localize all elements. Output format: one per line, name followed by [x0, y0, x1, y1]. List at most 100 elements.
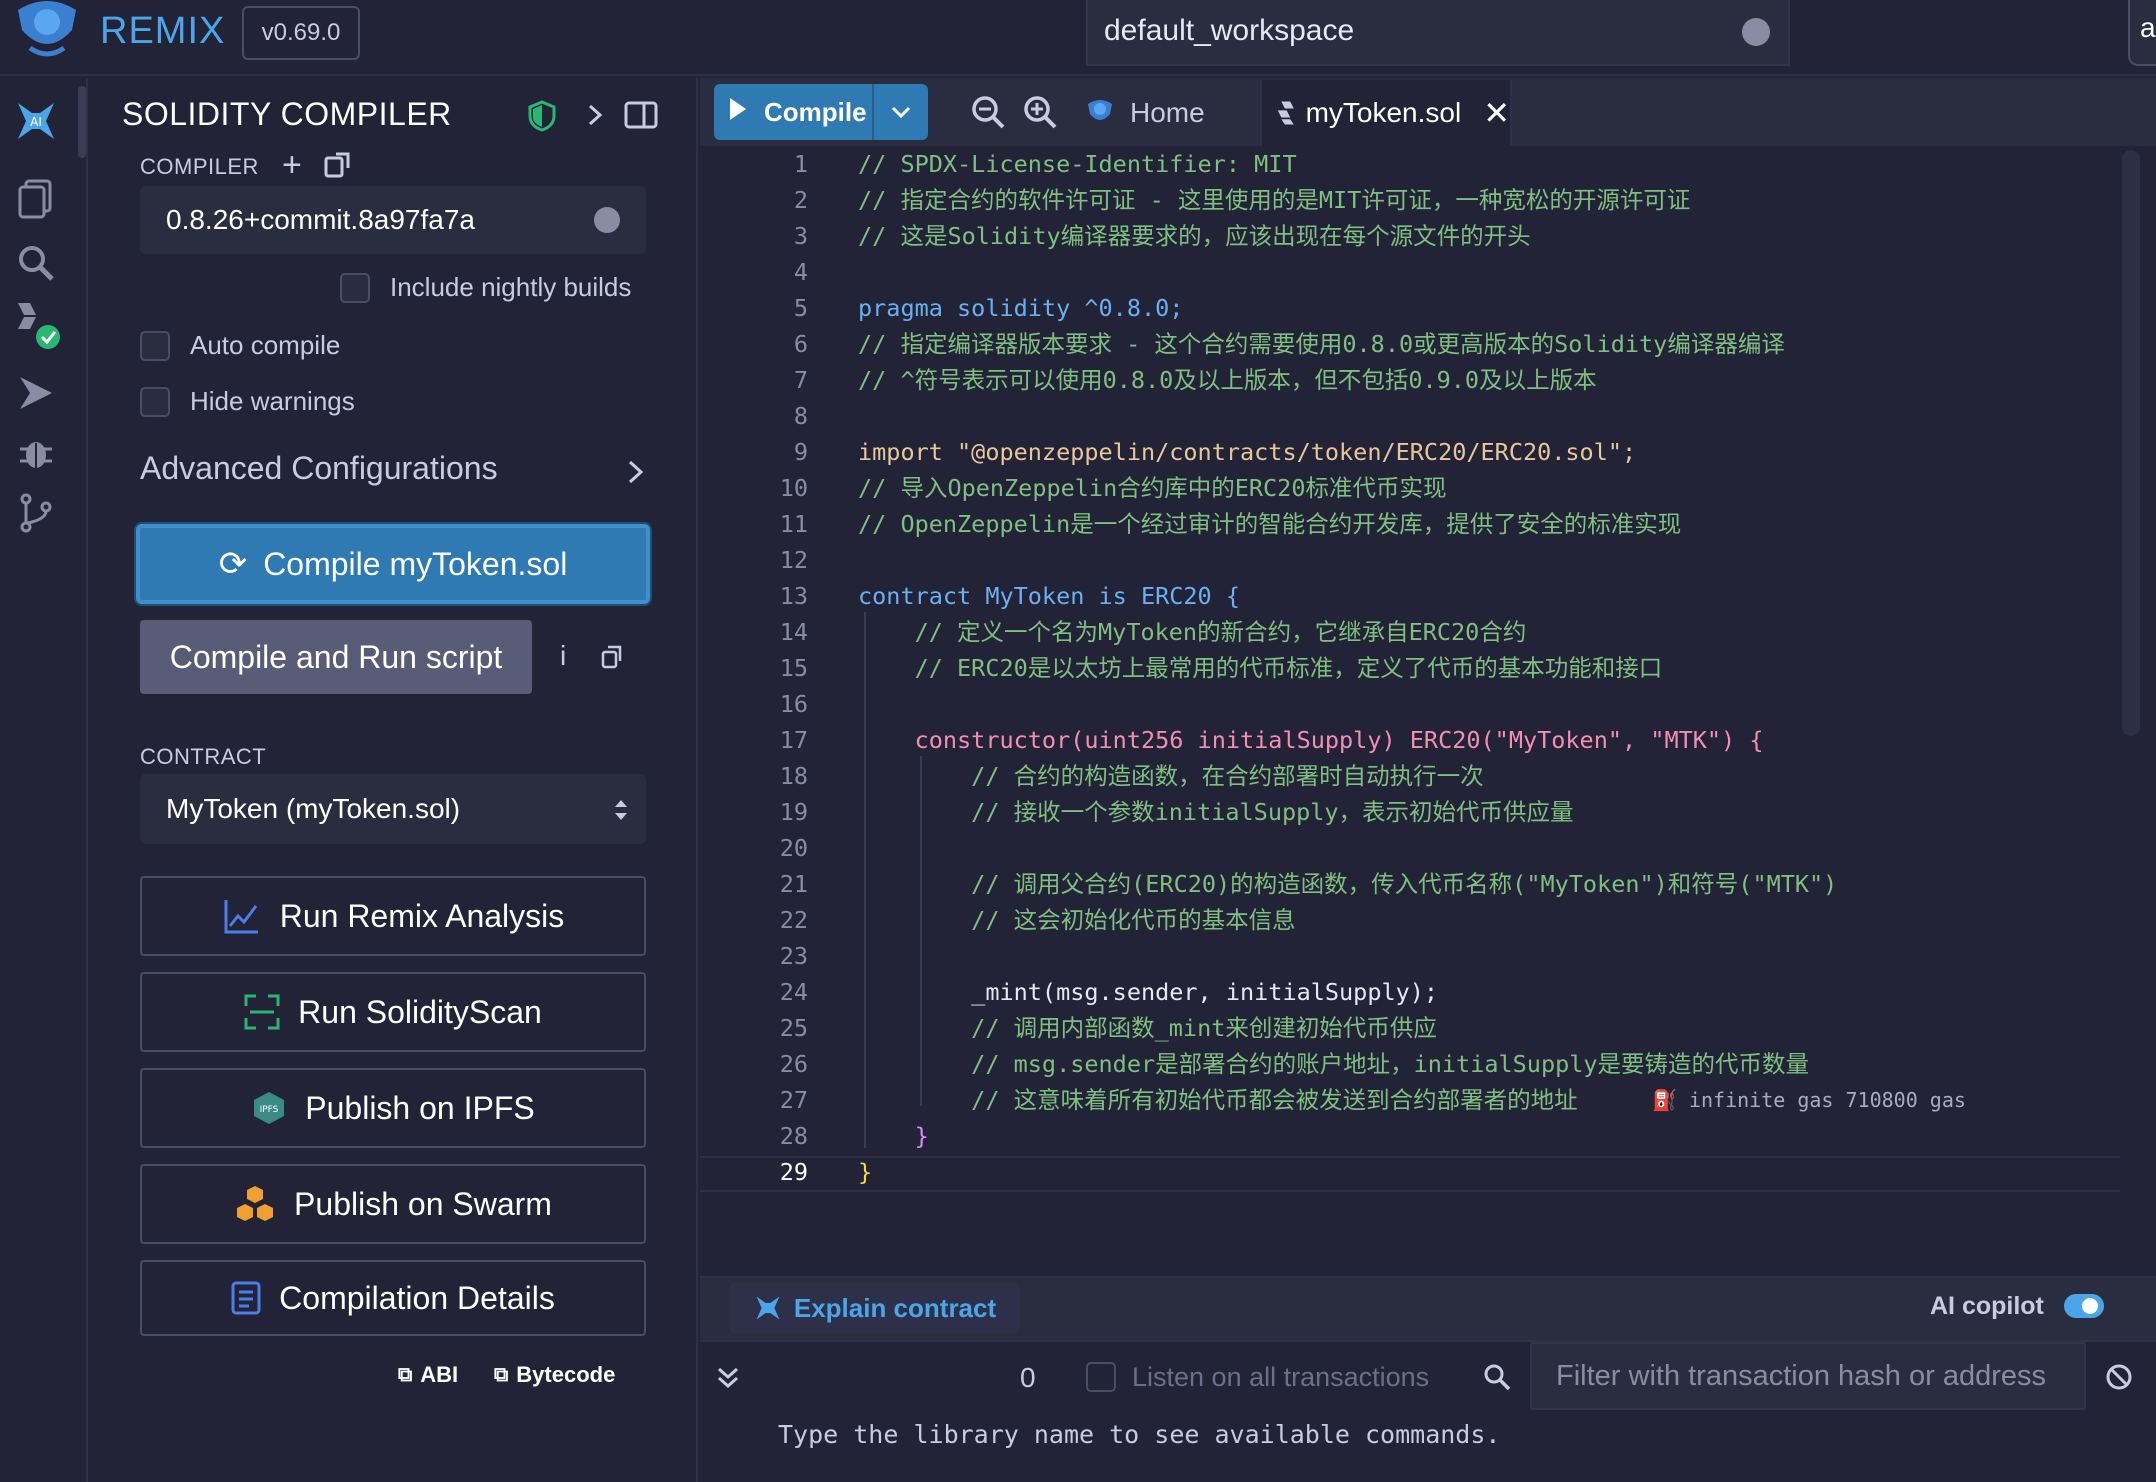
- run-solidityscan-button[interactable]: Run SolidityScan: [140, 972, 646, 1052]
- line-text: }: [858, 1158, 873, 1186]
- gas-estimate-hint: ⛽ infinite gas 710800 gas: [1652, 1088, 1966, 1112]
- shield-icon[interactable]: [528, 100, 556, 132]
- compile-file-button[interactable]: ⟳ Compile myToken.sol: [136, 524, 650, 604]
- zoom-in-icon[interactable]: [1022, 94, 1058, 130]
- copy-abi-icon: ⧉: [398, 1363, 413, 1386]
- listen-all-checkbox[interactable]: [1086, 1362, 1116, 1392]
- publish-ipfs-button[interactable]: IPFS Publish on IPFS: [140, 1068, 646, 1148]
- terminal-search-icon[interactable]: [1482, 1362, 1512, 1392]
- line-number: 14: [779, 618, 808, 646]
- git-branch-icon[interactable]: [0, 478, 72, 548]
- info-icon[interactable]: i: [560, 640, 566, 672]
- line-number: 6: [793, 330, 808, 358]
- line-number: 3: [793, 222, 808, 250]
- line-text: import "@openzeppelin/contracts/token/ER…: [858, 438, 1637, 466]
- line-number: 9: [793, 438, 808, 466]
- workspace-dropdown-icon[interactable]: [1742, 18, 1770, 46]
- workspace-select[interactable]: default_workspace: [1086, 0, 1790, 66]
- solidity-compiler-icon[interactable]: [0, 290, 72, 360]
- line-number: 22: [779, 906, 808, 934]
- editor-compile-button[interactable]: Compile: [714, 84, 928, 140]
- advanced-config-toggle[interactable]: Advanced Configurations: [140, 450, 498, 487]
- analysis-chart-icon: [224, 900, 258, 934]
- load-compiler-icon[interactable]: [322, 150, 352, 180]
- line-number: 2: [793, 186, 808, 214]
- listen-all-label: Listen on all transactions: [1132, 1362, 1430, 1392]
- icon-rail: AI: [0, 78, 88, 1482]
- zoom-out-icon[interactable]: [970, 94, 1006, 130]
- code-line: 3 // 这是Solidity编译器要求的，应该出现在每个源文件的开头: [700, 218, 2120, 254]
- compiler-version-dropdown-icon[interactable]: [594, 207, 620, 233]
- rail-active-indicator: [78, 86, 86, 158]
- line-number: 29: [779, 1158, 808, 1186]
- line-number: 25: [779, 1014, 808, 1042]
- contract-dropdown-icon[interactable]: [612, 796, 630, 824]
- ipfs-badge-text: IPFS: [260, 1105, 279, 1115]
- compilation-details-label: Compilation Details: [279, 1279, 555, 1316]
- swarm-icon: [237, 1186, 274, 1221]
- code-line: 13 contract MyToken is ERC20 {: [700, 578, 2120, 614]
- code-line: 23: [700, 938, 2120, 974]
- chevron-right-icon[interactable]: [584, 100, 606, 130]
- publish-swarm-button[interactable]: Publish on Swarm: [140, 1164, 646, 1244]
- contract-select[interactable]: MyToken (myToken.sol): [140, 774, 646, 844]
- copy-abi-button[interactable]: ⧉ ABI: [398, 1362, 458, 1388]
- topright-menu-button[interactable]: a: [2128, 0, 2156, 66]
- solidity-file-icon: [1277, 101, 1294, 125]
- hide-warnings-row[interactable]: Hide warnings: [140, 386, 355, 417]
- svg-text:AI: AI: [30, 115, 42, 129]
- tab-mytoken-sol[interactable]: myToken.sol ✕: [1260, 80, 1512, 146]
- editor-compile-label: Compile: [764, 97, 867, 127]
- code-line: 21 // 调用父合约(ERC20)的构造函数，传入代币名称("MyToken"…: [700, 866, 2120, 902]
- ai-assistant-icon[interactable]: AI: [0, 86, 72, 156]
- line-text: // 合约的构造函数，在合约部署时自动执行一次: [858, 762, 1484, 790]
- advanced-chevron-icon[interactable]: [624, 456, 648, 488]
- compilation-details-button[interactable]: Compilation Details: [140, 1260, 646, 1336]
- line-text: // 这会初始化代币的基本信息: [858, 906, 1296, 934]
- compile-options-chevron-icon[interactable]: [890, 102, 912, 122]
- code-line: 26 // msg.sender是部署合约的账户地址，initialSupply…: [700, 1046, 2120, 1082]
- code-line: 2 // 指定合约的软件许可证 - 这里使用的是MIT许可证，一种宽松的开源许可证: [700, 182, 2120, 218]
- tab-home[interactable]: Home: [1070, 80, 1258, 146]
- run-remix-analysis-button[interactable]: Run Remix Analysis: [140, 876, 646, 956]
- add-compiler-icon[interactable]: +: [282, 146, 302, 185]
- line-number: 23: [779, 942, 808, 970]
- explain-contract-label: Explain contract: [793, 1292, 997, 1323]
- auto-compile-row[interactable]: Auto compile: [140, 330, 340, 361]
- remix-logo-icon[interactable]: [10, 0, 84, 58]
- line-number: 26: [779, 1050, 808, 1078]
- compile-split-divider: [872, 84, 874, 140]
- close-tab-icon[interactable]: ✕: [1483, 94, 1510, 132]
- include-nightly-row[interactable]: Include nightly builds: [340, 272, 631, 303]
- details-document-icon: [231, 1281, 261, 1315]
- file-explorer-icon[interactable]: [0, 162, 72, 232]
- code-line: 19 // 接收一个参数initialSupply，表示初始代币供应量: [700, 794, 2120, 830]
- collapse-terminal-icon[interactable]: [714, 1364, 742, 1392]
- transaction-filter-input[interactable]: Filter with transaction hash or address: [1530, 1342, 2086, 1410]
- include-nightly-checkbox[interactable]: [340, 272, 370, 303]
- search-icon[interactable]: [0, 228, 72, 298]
- tab-file-label: myToken.sol: [1305, 97, 1462, 128]
- contract-label: CONTRACT: [140, 744, 267, 769]
- code-line: 8: [700, 398, 2120, 434]
- panel-toggle-icon[interactable]: [624, 100, 658, 130]
- copy-bytecode-button[interactable]: ⧉ Bytecode: [494, 1362, 615, 1388]
- code-line: 18 // 合约的构造函数，在合约部署时自动执行一次: [700, 758, 2120, 794]
- compile-run-script-button[interactable]: Compile and Run script: [140, 620, 532, 694]
- copy-icon[interactable]: [600, 644, 624, 670]
- line-text: constructor(uint256 initialSupply) ERC20…: [858, 726, 1764, 754]
- line-number: 15: [779, 654, 808, 682]
- clear-console-icon[interactable]: [2104, 1362, 2134, 1392]
- hide-warnings-checkbox[interactable]: [140, 386, 170, 417]
- line-text: // msg.sender是部署合约的账户地址，initialSupply是要铸…: [858, 1050, 1810, 1078]
- code-editor[interactable]: 1 // SPDX-License-Identifier: MIT 2 // 指定合…: [700, 146, 2120, 1276]
- gas-estimate-text: infinite gas 710800 gas: [1688, 1088, 1966, 1112]
- line-number: 28: [779, 1122, 808, 1150]
- hide-warnings-label: Hide warnings: [190, 386, 355, 416]
- compiler-version-select[interactable]: 0.8.26+commit.8a97fa7a: [140, 186, 646, 254]
- auto-compile-checkbox[interactable]: [140, 330, 170, 361]
- terminal-output[interactable]: Type the library name to see available c…: [700, 1414, 2156, 1482]
- editor-scroll-thumb[interactable]: [2122, 150, 2140, 736]
- explain-contract-button[interactable]: Explain contract: [730, 1282, 1020, 1334]
- code-line: 9 import "@openzeppelin/contracts/token/E…: [700, 434, 2120, 470]
